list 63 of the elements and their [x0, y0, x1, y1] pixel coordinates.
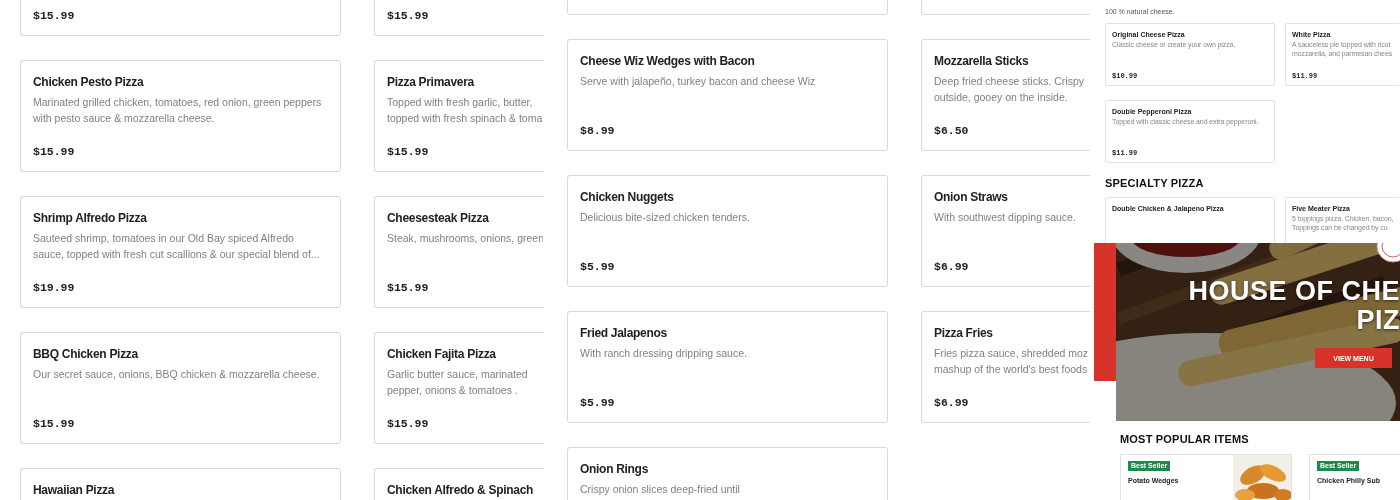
item-name: BBQ Chicken Pizza [33, 346, 140, 362]
menu-card[interactable]: Chicken Pesto Pizza Marinated grilled chicken, tomatoes, red onion, green peppers with pesto sauce & mozzarella cheese. $15.99 [20, 60, 341, 172]
item-name: Pizza Primavera [387, 74, 476, 90]
menu-card[interactable]: Shrimp Alfredo Pizza Sauteed shrimp, tomatoes in our Old Bay spiced Alfredo sauce, topped with fresh cut scallions & our special blend of... $19.99 [20, 196, 341, 308]
menu-card[interactable]: Onion Rings Crispy onion slices deep-fried until [567, 447, 888, 500]
item-price: $15.99 [33, 145, 76, 158]
item-name: Chicken Fajita Pizza [387, 346, 497, 362]
item-description: Garlic butter sauce, marinated pepper, onions & tomatoes . [387, 367, 529, 398]
menu-card[interactable]: Chicken Nuggets Delicious bite-sized chicken tenders. $5.99 [567, 175, 888, 287]
menu-card[interactable]: Chicken Fajita Pizza Garlic butter sauce, marinated pepper, onions & tomatoes . $15.99 [374, 332, 543, 444]
item-price: $15.99 [33, 9, 76, 22]
item-description: Our secret sauce, onions, BBQ chicken & mozzarella cheese. [33, 367, 321, 382]
item-name: Pizza Fries [934, 325, 994, 341]
item-name: Chicken Nuggets [580, 189, 675, 205]
menu-card[interactable]: Cheese Wiz Wedges with Bacon Serve with jalapeño, turkey bacon and cheese Wiz $8.99 [567, 39, 888, 151]
item-price: $15.99 [33, 417, 76, 430]
item-price: $6.50 [934, 124, 970, 137]
item-name: Mozzarella Sticks [934, 53, 1030, 69]
item-name: Cheese Wiz Wedges with Bacon [580, 53, 756, 69]
menu-card[interactable]: Mozzarella Sticks Deep fried cheese sticks. Crispy outside, gooey on the inside. $6.50 [921, 39, 1090, 151]
menu-card[interactable]: Pizza Primavera Topped with fresh garlic, butter, topped with fresh spinach & toma $15.99 [374, 60, 543, 172]
item-price: $6.99 [934, 260, 970, 273]
menu-card[interactable]: $15.99 [20, 0, 341, 36]
item-description: Crispy onion slices deep-fried until [580, 482, 741, 497]
menu-card[interactable]: BBQ Chicken Pizza Our secret sauce, onions, BBQ chicken & mozzarella cheese. $15.99 [20, 332, 341, 444]
item-description: Marinated grilled chicken, tomatoes, red onion, green peppers with pesto sauce & mozzarella cheese. [33, 95, 323, 126]
item-name: Onion Rings [580, 461, 650, 477]
menu-card[interactable]: Cheesesteak Pizza Steak, mushrooms, onions, green $15.99 [374, 196, 543, 308]
menu-card[interactable]: Hawaiian Pizza [20, 468, 341, 500]
item-name: Fried Jalapenos [580, 325, 668, 341]
item-description: Delicious bite-sized chicken tenders. [580, 210, 751, 225]
section-heading: SPECIALTY PIZZA [1105, 177, 1205, 190]
item-price: $15.99 [387, 281, 430, 294]
item-description: Fries pizza sauce, shredded moz mashup of the world's best foods [934, 346, 1090, 377]
item-name: Chicken Pesto Pizza [33, 74, 145, 90]
item-price: $19.99 [33, 281, 76, 294]
item-price: $15.99 [387, 417, 430, 430]
item-description: With southwest dipping sauce. [934, 210, 1077, 225]
menu-card[interactable]: Pizza Fries Fries pizza sauce, shredded moz mashup of the world's best foods $6.99 [921, 311, 1090, 423]
item-price: $15.99 [387, 145, 430, 158]
menu-card[interactable]: $15.99 [374, 0, 543, 36]
item-name: Shrimp Alfredo Pizza [33, 210, 148, 226]
item-name: Onion Straws [934, 189, 1009, 205]
menu-card[interactable]: Fried Jalapenos With ranch dressing dripping sauce. $5.99 [567, 311, 888, 423]
item-price: $5.99 [580, 260, 616, 273]
item-description: With ranch dressing dripping sauce. [580, 346, 748, 361]
item-price: $5.99 [580, 396, 616, 409]
item-name: Chicken Alfredo & Spinach [387, 482, 535, 498]
item-price: $15.99 [387, 9, 430, 22]
item-description: Sauteed shrimp, tomatoes in our Old Bay spiced Alfredo sauce, topped with fresh cut scallions & our special blend of... [33, 231, 321, 262]
item-name: Cheesesteak Pizza [387, 210, 490, 226]
menu-card[interactable]: Chicken Alfredo & Spinach [374, 468, 543, 500]
item-description: Topped with fresh garlic, butter, topped with fresh spinach & toma [387, 95, 543, 126]
hero-title: PIZ [1356, 306, 1400, 335]
section-heading: MOST POPULAR ITEMS [1120, 433, 1250, 446]
hero-title: HOUSE OF CHE [1188, 277, 1400, 306]
item-name: Hawaiian Pizza [33, 482, 116, 498]
item-description: Serve with jalapeño, turkey bacon and cheese Wiz [580, 74, 817, 89]
item-description: Deep fried cheese sticks. Crispy outside, gooey on the inside. [934, 74, 1085, 105]
item-description: Steak, mushrooms, onions, green [387, 231, 543, 246]
menu-card[interactable]: Onion Straws With southwest dipping sauce. $6.99 [921, 175, 1090, 287]
item-price: $8.99 [580, 124, 616, 137]
item-price: $6.99 [934, 396, 970, 409]
